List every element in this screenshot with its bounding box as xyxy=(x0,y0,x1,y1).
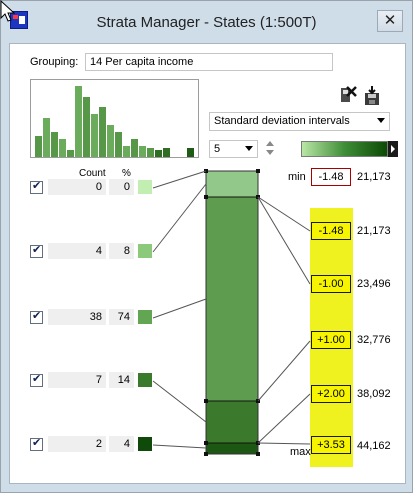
stratum-bar-4 xyxy=(206,443,258,454)
mouse-cursor-icon xyxy=(0,0,16,22)
client-area: Grouping: 14 Per capita income Standard … xyxy=(9,43,406,484)
min-label: min xyxy=(288,171,306,183)
stratum-bar-2 xyxy=(206,197,258,401)
break-sd-value-3[interactable]: +1.00 xyxy=(311,331,351,349)
break-raw-value-1: 21,173 xyxy=(357,225,391,237)
stratum-bar-1 xyxy=(206,171,258,197)
title-bar[interactable]: Strata Manager - States (1:500T) ✕ xyxy=(1,1,412,43)
min-raw-value: 21,173 xyxy=(357,171,391,183)
strata-diagram xyxy=(152,169,311,456)
close-button[interactable]: ✕ xyxy=(377,10,403,32)
break-raw-value-3: 32,776 xyxy=(357,334,391,346)
window-title: Strata Manager - States (1:500T) xyxy=(96,14,317,31)
strata-manager-window: Strata Manager - States (1:500T) ✕ Group… xyxy=(0,0,413,493)
min-sd-value[interactable]: -1.48 xyxy=(311,168,351,186)
max-raw-value: 44,162 xyxy=(357,440,391,452)
break-raw-value-4: 38,092 xyxy=(357,388,391,400)
break-sd-value-2[interactable]: -1.00 xyxy=(311,275,351,293)
max-label: max xyxy=(290,446,311,458)
break-raw-value-2: 23,496 xyxy=(357,278,391,290)
break-sd-value-1[interactable]: -1.48 xyxy=(311,222,351,240)
break-sd-value-4[interactable]: +2.00 xyxy=(311,385,351,403)
stratum-bar-3 xyxy=(206,401,258,443)
max-sd-value[interactable]: +3.53 xyxy=(311,436,351,454)
